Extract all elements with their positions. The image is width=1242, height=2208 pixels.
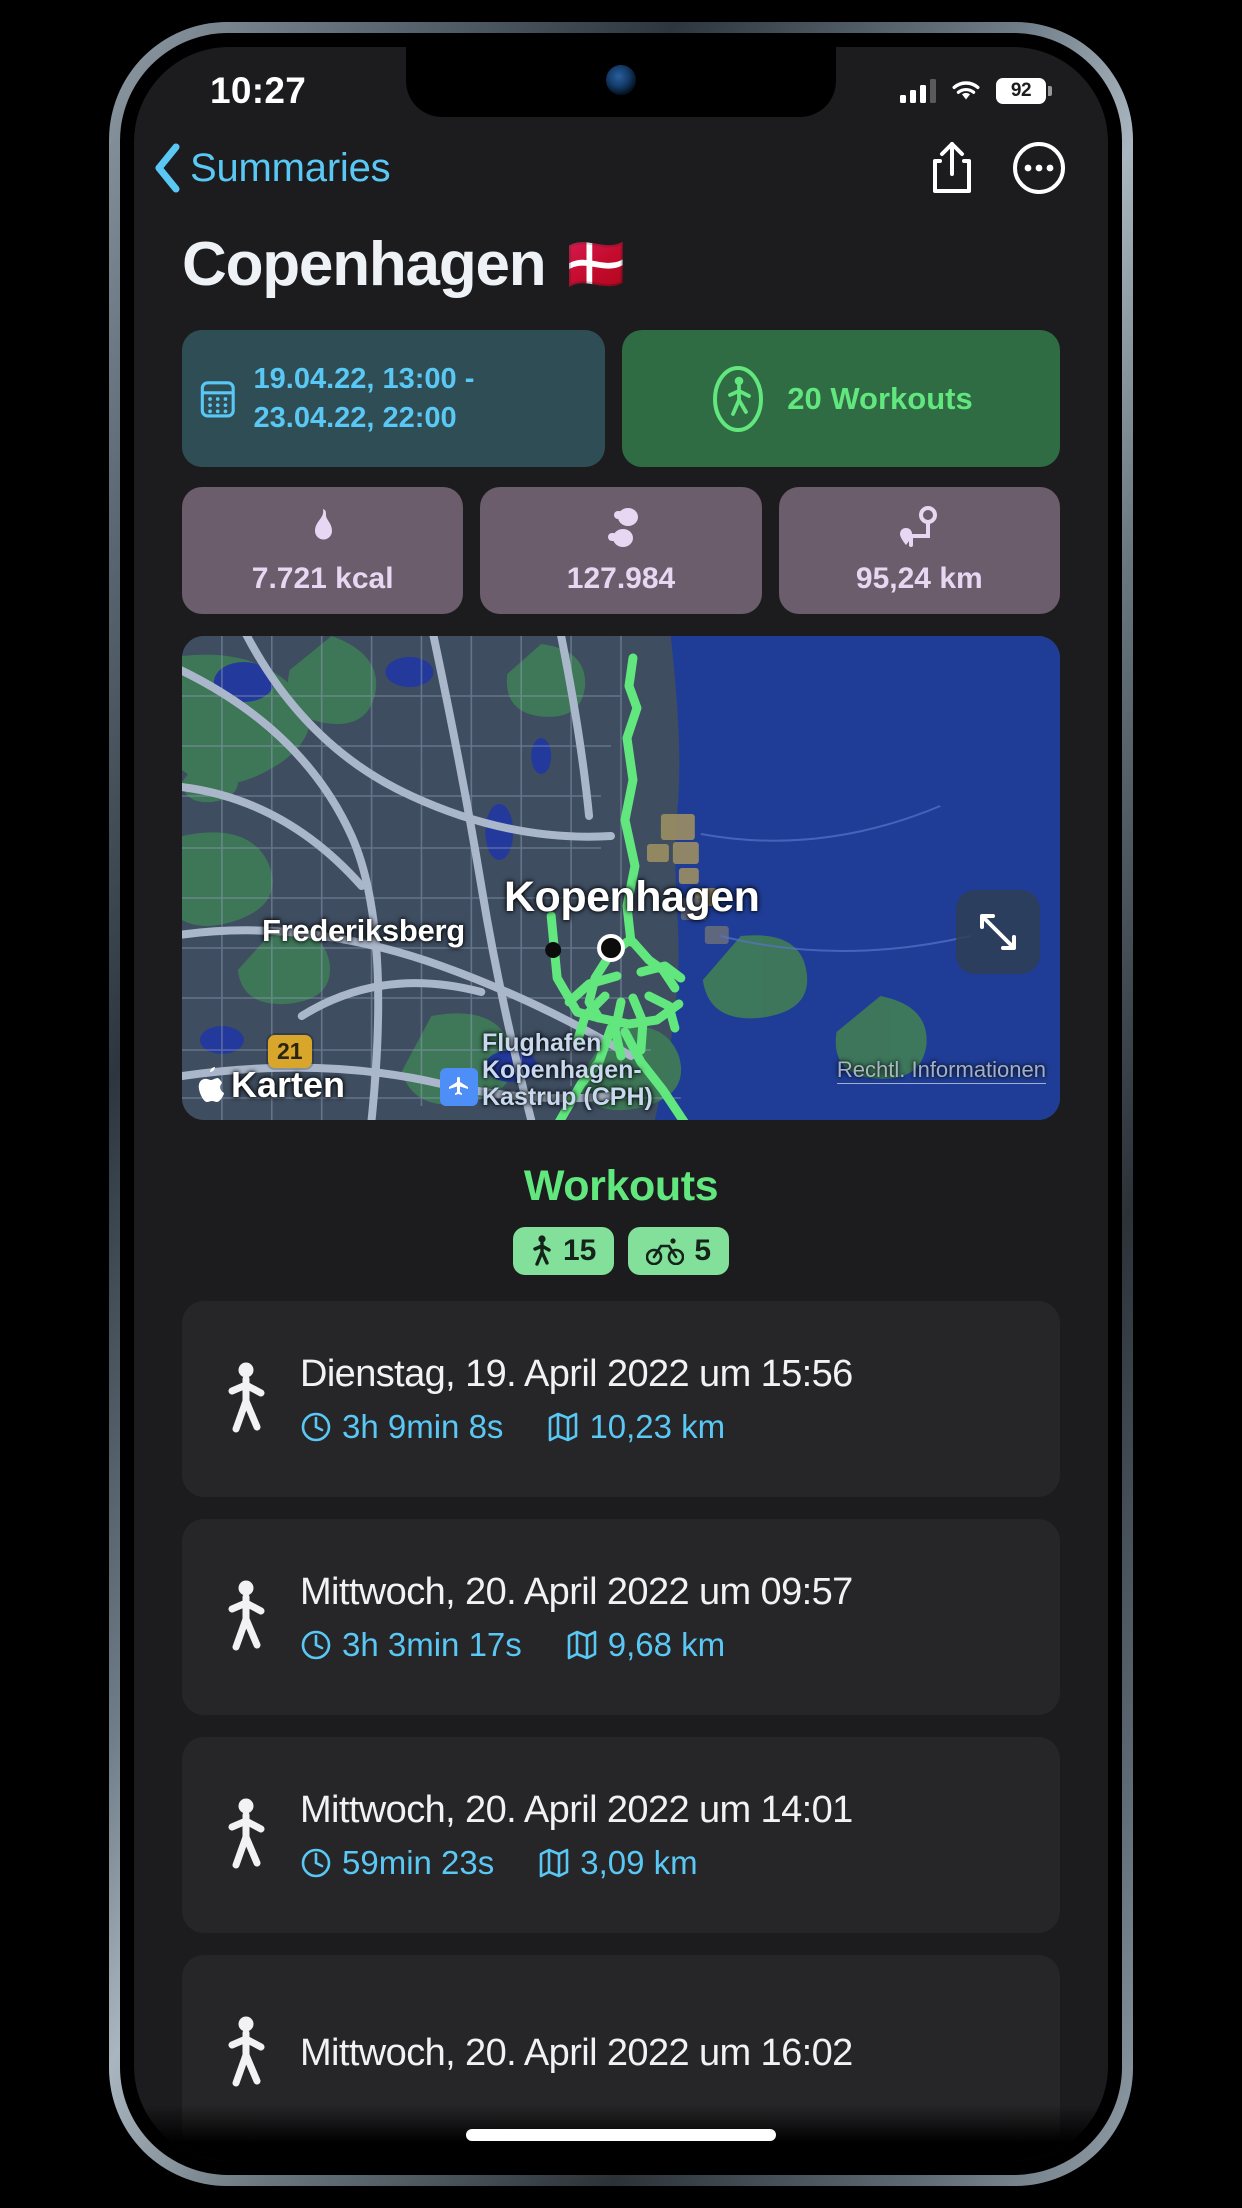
workouts-count-card[interactable]: 20 Workouts [622, 330, 1060, 467]
stat-card-steps[interactable]: 127.984 [480, 487, 762, 614]
walking-figure-icon [228, 1580, 265, 1651]
home-indicator[interactable] [466, 2129, 776, 2141]
page-title-text: Copenhagen [182, 230, 547, 299]
front-camera [606, 65, 636, 95]
summary-row-primary: 19.04.22, 13:00 - 23.04.22, 22:00 20 Wor… [134, 330, 1108, 467]
walking-figure-icon [228, 2016, 265, 2087]
stat-value-steps: 127.984 [566, 561, 676, 595]
badge-cycling[interactable]: 5 [628, 1227, 730, 1275]
list-item-title: Dienstag, 19. April 2022 um 15:56 [300, 1352, 853, 1395]
airport-pin-icon [440, 1068, 478, 1106]
navigation-bar: Summaries [134, 125, 1108, 211]
list-item[interactable]: Mittwoch, 20. April 2022 um 09:57 3h 3mi… [182, 1519, 1060, 1715]
meta-distance: 10,23 km [547, 1408, 725, 1446]
list-item-body: Dienstag, 19. April 2022 um 15:56 3h 9mi… [300, 1353, 853, 1446]
meta-duration: 3h 3min 17s [300, 1626, 522, 1664]
duration-label: 59min 23s [342, 1843, 495, 1881]
meta-distance: 9,68 km [566, 1626, 725, 1664]
list-item-title: Mittwoch, 20. April 2022 um 16:02 [300, 2031, 853, 2074]
duration-label: 3h 3min 17s [342, 1625, 522, 1663]
clock-icon [301, 1412, 331, 1441]
list-item-meta: 3h 3min 17s 9,68 km [300, 1626, 853, 1664]
stat-value-calories: 7.721 kcal [251, 561, 394, 595]
workout-type-badges: 15 5 [134, 1227, 1108, 1275]
distance-label: 3,09 km [580, 1843, 698, 1881]
wifi-icon [952, 81, 980, 100]
map-canvas [182, 636, 1060, 1120]
badge-cycling-count: 5 [694, 1234, 712, 1267]
page-title: Copenhagen 🇩🇰 [134, 211, 1108, 310]
clock-icon [301, 1630, 331, 1659]
nav-actions [928, 139, 1066, 197]
cellular-bars-icon [900, 79, 936, 103]
list-item-body: Mittwoch, 20. April 2022 um 16:02 [300, 2032, 853, 2075]
battery-percent-label: 92 [1010, 80, 1032, 101]
phone-bezel: 10:27 92 Summaries Copenhagen 🇩🇰 19.04.2… [120, 33, 1122, 2175]
map-expand-button[interactable] [956, 890, 1040, 974]
list-item-title: Mittwoch, 20. April 2022 um 14:01 [300, 1788, 853, 1831]
meta-duration: 59min 23s [300, 1844, 494, 1882]
back-button-label: Summaries [190, 145, 391, 190]
date-range-card[interactable]: 19.04.22, 13:00 - 23.04.22, 22:00 [182, 330, 605, 467]
stat-card-distance[interactable]: 95,24 km [778, 487, 1060, 614]
workouts-list: Dienstag, 19. April 2022 um 15:56 3h 9mi… [134, 1301, 1108, 2151]
map-icon [567, 1630, 597, 1659]
badge-walking[interactable]: 15 [512, 1227, 615, 1275]
map-icon [549, 1412, 578, 1441]
distance-label: 9,68 km [607, 1625, 726, 1663]
badge-walking-count: 15 [562, 1234, 597, 1267]
app-content: Summaries Copenhagen 🇩🇰 19.04.22, 13:00 … [134, 47, 1108, 2161]
stat-value-distance: 95,24 km [855, 561, 983, 595]
battery-indicator: 92 [996, 78, 1052, 104]
bicycle-icon [646, 1238, 685, 1265]
phone-screen: 10:27 92 Summaries Copenhagen 🇩🇰 19.04.2… [134, 47, 1108, 2161]
flame-icon [314, 508, 332, 539]
walking-figure-icon [228, 1798, 265, 1869]
workouts-section-heading: Workouts [523, 1162, 719, 1210]
distance-label: 10,23 km [589, 1407, 726, 1445]
expand-arrows-icon [980, 914, 1016, 950]
list-item-title: Mittwoch, 20. April 2022 um 09:57 [300, 1570, 853, 1613]
list-item-body: Mittwoch, 20. April 2022 um 14:01 59min … [300, 1789, 853, 1882]
meta-distance: 3,09 km [538, 1843, 698, 1882]
map-preview[interactable]: Kopenhagen Frederiksberg Flughafen Kopenh… [182, 636, 1060, 1120]
calendar-icon [200, 380, 235, 418]
clock-icon [301, 1848, 331, 1877]
footsteps-icon [607, 507, 638, 547]
list-item-body: Mittwoch, 20. April 2022 um 09:57 3h 3mi… [300, 1571, 853, 1664]
walking-figure-icon [228, 1362, 265, 1433]
duration-label: 3h 9min 8s [342, 1407, 504, 1445]
summary-row-stats: 7.721 kcal 127.984 95,24 km [134, 487, 1108, 614]
walking-figure-icon [533, 1235, 551, 1266]
status-clock: 10:27 [210, 70, 307, 111]
ellipsis-circle-icon[interactable] [1012, 141, 1066, 195]
list-item[interactable]: Dienstag, 19. April 2022 um 15:56 3h 9mi… [182, 1301, 1060, 1497]
country-flag-icon: 🇩🇰 [563, 235, 628, 294]
route-icon [900, 505, 938, 547]
list-item-meta: 59min 23s 3,09 km [300, 1844, 853, 1882]
chevron-left-icon [155, 143, 180, 193]
share-icon[interactable] [928, 139, 976, 197]
stat-card-calories[interactable]: 7.721 kcal [182, 487, 464, 614]
list-item[interactable]: Mittwoch, 20. April 2022 um 14:01 59min … [182, 1737, 1060, 1933]
status-indicators: 92 [900, 78, 1052, 104]
workouts-count-label: 20 Workouts [787, 380, 973, 416]
date-range-label: 19.04.22, 13:00 - 23.04.22, 22:00 [253, 363, 475, 434]
map-icon [539, 1848, 569, 1877]
walking-figure-icon [713, 365, 764, 432]
phone-device-frame: 10:27 92 Summaries Copenhagen 🇩🇰 19.04.2… [109, 22, 1133, 2186]
list-item-meta: 3h 9min 8s 10,23 km [300, 1408, 853, 1446]
meta-duration: 3h 9min 8s [300, 1408, 503, 1446]
back-button[interactable]: Summaries [150, 142, 391, 194]
map-road-badge: 21 [268, 1035, 312, 1068]
